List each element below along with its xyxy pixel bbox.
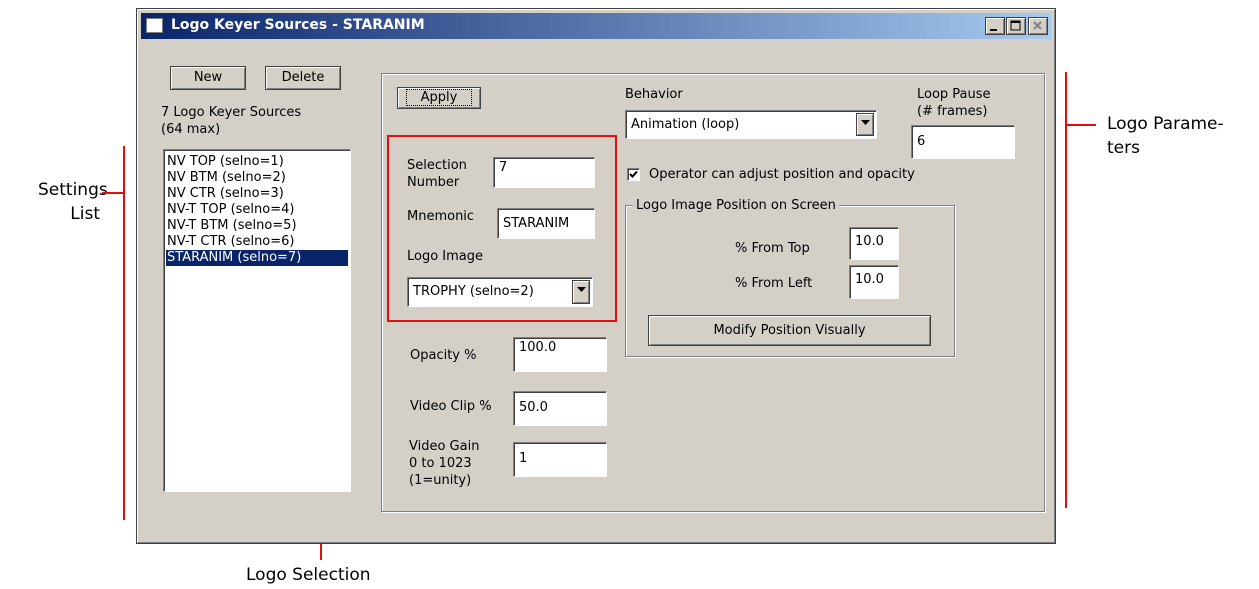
close-icon <box>1033 21 1042 30</box>
logo-parameters-annotation-line2: ters <box>1107 138 1140 158</box>
sources-count: 7 Logo Keyer Sources <box>161 105 302 120</box>
logo-image-label: Logo Image <box>407 249 484 264</box>
settings-list-tick <box>102 192 124 194</box>
behavior-label: Behavior <box>625 87 683 102</box>
app-icon <box>146 18 163 33</box>
settings-list-bracket <box>123 146 125 520</box>
list-item-selected[interactable]: STARANIM (selno=7) <box>166 250 348 266</box>
maximize-button[interactable] <box>1006 17 1026 35</box>
from-top-field[interactable]: 10.0 <box>849 227 899 260</box>
title-bar[interactable]: Logo Keyer Sources - STARANIM <box>141 13 1051 39</box>
maximize-icon <box>1010 20 1021 31</box>
logo-image-value: TROPHY (selno=2) <box>413 284 534 299</box>
delete-button[interactable]: Delete <box>265 66 341 90</box>
chevron-down-icon <box>577 287 586 292</box>
list-item[interactable]: NV-T BTM (selno=5) <box>166 218 348 234</box>
minimize-button[interactable] <box>985 17 1005 35</box>
operator-adjust-checkbox[interactable] <box>627 168 640 181</box>
video-gain-label-line1: Video Gain <box>409 439 480 454</box>
list-item[interactable]: NV-T CTR (selno=6) <box>166 234 348 250</box>
logo-image-select[interactable]: TROPHY (selno=2) <box>407 277 593 307</box>
loop-pause-label-line2: (# frames) <box>917 104 988 119</box>
selection-number-field[interactable]: 7 <box>493 157 595 188</box>
delete-button-label: Delete <box>281 70 325 85</box>
selection-number-label-line1: Selection <box>407 158 467 173</box>
new-button[interactable]: New <box>170 66 246 90</box>
modify-position-visually-label: Modify Position Visually <box>713 323 866 338</box>
loop-pause-field[interactable]: 6 <box>911 125 1015 159</box>
chevron-down-icon <box>861 120 870 125</box>
list-item[interactable]: NV-T TOP (selno=4) <box>166 202 348 218</box>
logo-selection-annotation: Logo Selection <box>246 565 371 585</box>
list-item[interactable]: NV CTR (selno=3) <box>166 186 348 202</box>
loop-pause-label-line1: Loop Pause <box>917 87 991 102</box>
close-button[interactable] <box>1028 17 1048 35</box>
logo-image-dropdown-button[interactable] <box>572 280 590 304</box>
logo-parameters-bracket <box>1065 72 1067 508</box>
window-title: Logo Keyer Sources - STARANIM <box>171 17 425 33</box>
video-clip-label: Video Clip % <box>410 399 492 414</box>
behavior-value: Animation (loop) <box>631 117 740 132</box>
video-gain-label-line3: (1=unity) <box>409 473 472 488</box>
mnemonic-label: Mnemonic <box>407 209 475 224</box>
checkmark-icon <box>629 170 638 178</box>
from-left-label: % From Left <box>735 276 813 291</box>
new-button-label: New <box>193 70 223 85</box>
logo-parameters-annotation-line1: Logo Parame- <box>1107 114 1224 134</box>
sources-max: (64 max) <box>161 122 221 137</box>
logo-keyer-sources-window: Logo Keyer Sources - STARANIM New Delete… <box>136 8 1056 544</box>
apply-button[interactable]: Apply <box>397 87 481 109</box>
opacity-label: Opacity % <box>410 348 477 363</box>
position-group-label: Logo Image Position on Screen <box>633 198 839 214</box>
settings-list-annotation-line2: List <box>70 204 100 224</box>
video-clip-field[interactable]: 50.0 <box>513 391 607 426</box>
behavior-select[interactable]: Animation (loop) <box>625 110 877 139</box>
list-item[interactable]: NV TOP (selno=1) <box>166 154 348 170</box>
selection-number-label-line2: Number <box>407 175 460 190</box>
from-left-field[interactable]: 10.0 <box>849 265 899 299</box>
settings-list[interactable]: NV TOP (selno=1) NV BTM (selno=2) NV CTR… <box>163 149 351 492</box>
logo-parameters-tick <box>1066 124 1096 126</box>
operator-adjust-label: Operator can adjust position and opacity <box>649 167 915 182</box>
modify-position-visually-button[interactable]: Modify Position Visually <box>648 315 931 346</box>
settings-list-annotation: Settings List <box>38 178 108 226</box>
video-gain-label-line2: 0 to 1023 <box>409 456 472 471</box>
opacity-field[interactable]: 100.0 <box>513 337 607 372</box>
minimize-icon <box>990 29 997 31</box>
behavior-dropdown-button[interactable] <box>856 113 874 136</box>
apply-button-label: Apply <box>405 89 473 106</box>
from-top-label: % From Top <box>735 241 810 256</box>
settings-list-annotation-line1: Settings <box>38 180 108 200</box>
list-item[interactable]: NV BTM (selno=2) <box>166 170 348 186</box>
logo-parameters-annotation: Logo Parame- ters <box>1107 112 1224 160</box>
mnemonic-field[interactable]: STARANIM <box>497 208 595 239</box>
video-gain-field[interactable]: 1 <box>513 442 607 477</box>
